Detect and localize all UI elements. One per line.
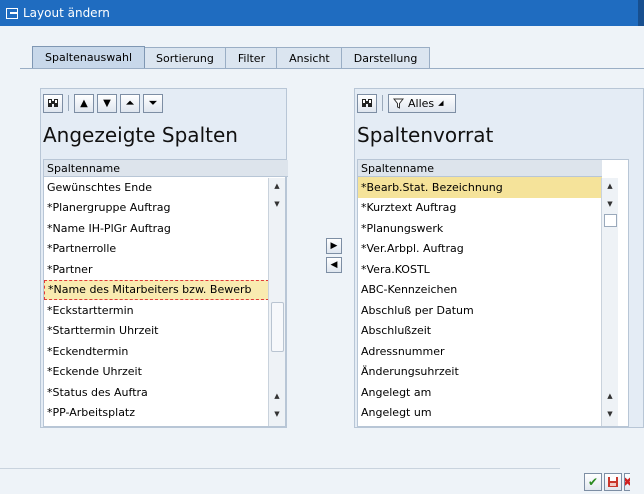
tab-spaltenauswahl[interactable]: Spaltenauswahl (32, 46, 146, 68)
scroll-page-up-icon[interactable]: ▲ (269, 388, 285, 404)
scroll-up-icon[interactable]: ▲ (602, 178, 618, 194)
move-left-icon: ◀ (330, 260, 338, 270)
move-top-button[interactable]: ⏶ (120, 93, 140, 113)
list-item[interactable]: *Planergruppe Auftrag (44, 198, 269, 219)
list-item[interactable]: *Kurztext Auftrag (358, 198, 602, 219)
right-toolbar: Alles ◢ (357, 93, 456, 113)
tab-sortierung[interactable]: Sortierung (143, 47, 227, 68)
dialog-footer: ✔ ✖ (0, 446, 644, 494)
remove-column-button[interactable]: ◀ (326, 257, 342, 273)
column-header-right: Spaltenname (358, 160, 602, 177)
column-header: Spaltenname (44, 160, 288, 177)
list-item[interactable]: ABC-Kennzeichen (358, 280, 602, 301)
list-item[interactable]: Abschlußzeit (358, 321, 602, 342)
find-button-right[interactable] (357, 93, 377, 113)
scroll-down-icon[interactable]: ▼ (602, 196, 618, 212)
list-item[interactable]: *Ver.Arbpl. Auftrag (358, 239, 602, 260)
arrow-down-icon: ▼ (103, 97, 111, 109)
filter-icon (393, 98, 404, 109)
window-title: Layout ändern (23, 6, 110, 20)
column-set-list: Spaltenname *Bearb.Stat. Bezeichnung *Ku… (357, 159, 629, 427)
cancel-icon: ✖ (625, 475, 630, 489)
window-titlebar: Layout ändern (0, 0, 644, 26)
displayed-columns-list: Spaltenname Gewünschtes Ende *Planergrup… (43, 159, 288, 427)
list-item[interactable]: *Vera.KOSTL (358, 259, 602, 280)
right-scrollbar[interactable]: ▲ ▼ ▲ ▼ (601, 178, 618, 426)
list-item[interactable]: *PP-Arbeitsplatz (44, 403, 269, 424)
footer-divider (0, 468, 560, 469)
scroll-down-icon[interactable]: ▼ (269, 196, 285, 212)
tab-strip: Spaltenauswahl Sortierung Filter Ansicht… (32, 46, 431, 68)
toolbar-separator (382, 95, 383, 111)
list-item-selected[interactable]: *Name des Mitarbeiters bzw. Bewerb (44, 279, 269, 300)
move-buttons: ▶ ◀ (326, 238, 342, 273)
column-set-rows: *Bearb.Stat. Bezeichnung *Kurztext Auftr… (358, 177, 602, 423)
list-item[interactable]: *Partnerrolle (44, 239, 269, 260)
displayed-columns-heading: Angezeigte Spalten (43, 123, 238, 147)
tab-filter[interactable]: Filter (224, 47, 279, 68)
column-set-heading: Spaltenvorrat (357, 123, 494, 147)
left-toolbar: ▲ ▼ ⏶ ⏷ (43, 93, 163, 113)
tab-ansicht[interactable]: Ansicht (276, 47, 343, 68)
move-right-icon: ▶ (330, 241, 338, 251)
list-item[interactable]: *Name IH-PlGr Auftrag (44, 218, 269, 239)
column-set-panel: Alles ◢ Spaltenvorrat Spaltenname *Bearb… (354, 88, 644, 428)
list-item[interactable]: *Planungswerk (358, 218, 602, 239)
save-button[interactable] (604, 473, 622, 491)
arrow-bottom-icon: ⏷ (149, 97, 157, 109)
confirm-button[interactable]: ✔ (584, 473, 602, 491)
scroll-page-up-icon[interactable]: ▲ (602, 388, 618, 404)
scroll-up-icon[interactable]: ▲ (269, 178, 285, 194)
save-icon (608, 477, 618, 487)
list-item[interactable]: Gewünschtes Ende (44, 177, 269, 198)
find-button[interactable] (43, 93, 63, 113)
list-item[interactable]: *Partner (44, 259, 269, 280)
toolbar-separator (68, 95, 69, 111)
tab-divider (20, 68, 644, 69)
footer-buttons: ✔ ✖ (584, 473, 630, 491)
arrow-up-icon: ▲ (80, 97, 88, 109)
filter-label: Alles (408, 96, 435, 110)
list-item[interactable]: *Eckende Uhrzeit (44, 362, 269, 383)
list-item[interactable]: Änderungsuhrzeit (358, 362, 602, 383)
scroll-page-down-icon[interactable]: ▼ (269, 406, 285, 422)
scroll-thumb[interactable] (604, 214, 617, 227)
find-icon (362, 99, 372, 107)
move-bottom-button[interactable]: ⏷ (143, 93, 163, 113)
cancel-button[interactable]: ✖ (624, 473, 630, 491)
find-icon (48, 99, 58, 107)
list-item[interactable]: Abschluß per Datum (358, 300, 602, 321)
tab-darstellung[interactable]: Darstellung (340, 47, 431, 68)
left-scrollbar[interactable]: ▲ ▼ ▲ ▼ (268, 178, 285, 426)
move-down-button[interactable]: ▼ (97, 93, 117, 113)
list-item[interactable]: *Starttermin Uhrzeit (44, 321, 269, 342)
list-item[interactable]: Angelegt am (358, 382, 602, 403)
add-column-button[interactable]: ▶ (326, 238, 342, 254)
scroll-page-down-icon[interactable]: ▼ (602, 406, 618, 422)
checkmark-icon: ✔ (587, 475, 599, 489)
list-item[interactable]: Adressnummer (358, 341, 602, 362)
list-item[interactable]: *Eckstarttermin (44, 300, 269, 321)
titlebar-edge (638, 0, 644, 26)
filter-dropdown-button[interactable]: Alles ◢ (388, 93, 456, 113)
list-item[interactable]: *Status des Auftra (44, 382, 269, 403)
displayed-columns-rows: Gewünschtes Ende *Planergruppe Auftrag *… (44, 177, 269, 423)
scroll-thumb[interactable] (271, 302, 284, 352)
layout-icon (6, 7, 18, 19)
list-item[interactable]: *Eckendtermin (44, 341, 269, 362)
list-item[interactable]: Angelegt um (358, 403, 602, 424)
dropdown-arrow-icon: ◢ (438, 99, 444, 107)
list-item-selected[interactable]: *Bearb.Stat. Bezeichnung (358, 177, 602, 198)
move-up-button[interactable]: ▲ (74, 93, 94, 113)
arrow-top-icon: ⏶ (126, 97, 134, 109)
displayed-columns-panel: ▲ ▼ ⏶ ⏷ Angezeigte Spalten Spaltenname G… (40, 88, 288, 428)
